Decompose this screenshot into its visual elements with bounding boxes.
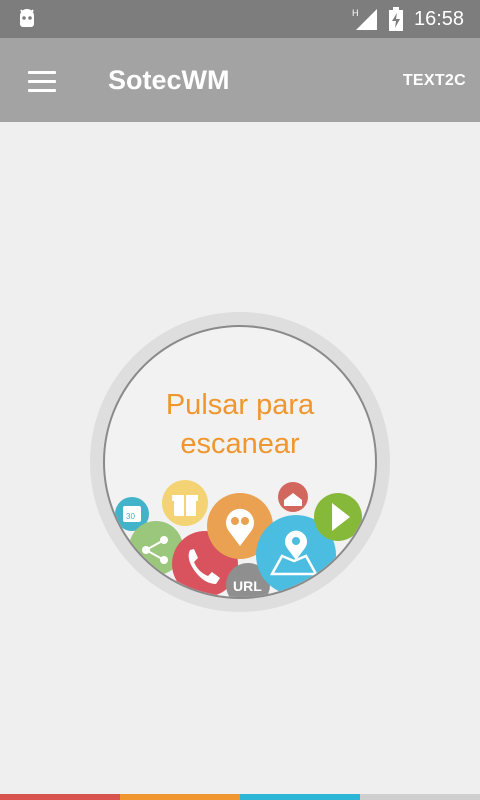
scan-prompt-line2: escanear	[180, 428, 300, 460]
status-bar: H 16:58	[0, 0, 480, 38]
scan-button[interactable]: 30 URL Pulsar para escanear	[90, 312, 390, 612]
svg-text:URL: URL	[233, 578, 262, 594]
scan-prompt-line1: Pulsar para	[165, 389, 315, 421]
scan-prompt-label: Pulsar para escanear	[90, 386, 390, 464]
android-debug-icon	[20, 9, 34, 27]
status-time: 16:58	[414, 8, 465, 30]
gift-icon	[162, 480, 208, 526]
stripe-grey	[360, 794, 480, 800]
app-bar: SotecWM TEXT2C	[0, 38, 480, 122]
email-icon	[278, 482, 308, 512]
bottom-color-stripe	[0, 794, 480, 800]
stripe-orange	[120, 794, 240, 800]
network-type-label: H	[352, 8, 359, 18]
stripe-red	[0, 794, 120, 800]
battery-charging-icon	[389, 7, 403, 31]
text2c-action-button[interactable]: TEXT2C	[403, 72, 466, 90]
hamburger-menu-icon[interactable]	[18, 62, 64, 100]
stripe-blue	[240, 794, 360, 800]
app-title: SotecWM	[108, 65, 230, 95]
svg-text:30: 30	[126, 512, 135, 521]
signal-icon: H	[352, 8, 377, 30]
